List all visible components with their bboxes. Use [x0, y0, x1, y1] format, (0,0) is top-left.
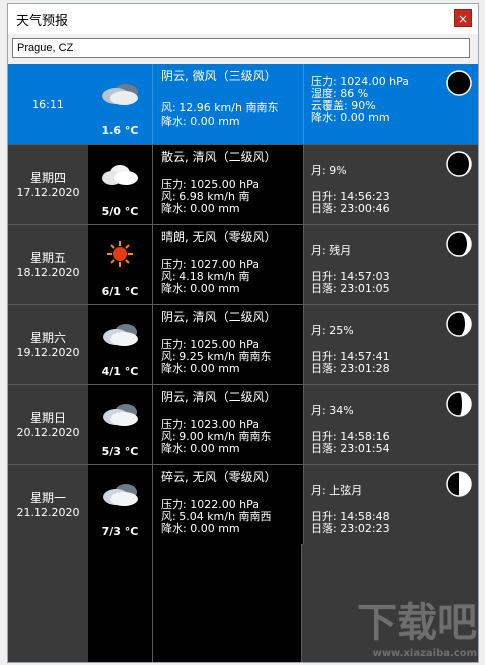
moon-phase: 月: 34%: [311, 404, 354, 417]
weather-window: 天气预报 × 16:11 1.6 °C 阴云, 微风（三级风） 风: 12.96…: [7, 3, 479, 663]
current-precip: 降水: 0.00 mm: [161, 115, 240, 128]
forecast-date: 19.12.2020: [16, 346, 80, 359]
sun-icon: [107, 241, 133, 267]
current-icon-cell: 1.6 °C: [88, 64, 152, 144]
current-wind: 风: 12.96 km/h 南南东: [161, 101, 279, 114]
forecast-grid: 16:11 1.6 °C 阴云, 微风（三级风） 风: 12.96 km/h 南…: [8, 64, 478, 662]
sunset: 日落: 23:00:46: [311, 202, 390, 215]
partly-cloudy-icon: [103, 324, 138, 346]
forecast-precip: 降水: 0.00 mm: [161, 282, 240, 295]
current-temp: 1.6 °C: [101, 124, 139, 137]
city-bar: [8, 34, 478, 64]
current-time-cell: 16:11: [8, 64, 88, 144]
forecast-temp: 4/1 °C: [101, 365, 139, 378]
forecast-date: 21.12.2020: [16, 506, 80, 519]
forecast-condition: 碎云, 无风（零级风）: [161, 470, 277, 484]
forecast-day: 星期四: [29, 171, 66, 185]
moon-phase-icon: [446, 151, 472, 177]
sunset: 日落: 23:02:23: [311, 522, 390, 535]
forecast-row[interactable]: 星期六 19.12.2020 4/1 °C 阴云, 清风（二级风） 压力: 10…: [8, 305, 478, 385]
forecast-precip: 降水: 0.00 mm: [161, 202, 240, 215]
forecast-date: 20.12.2020: [16, 426, 80, 439]
forecast-condition: 阴云, 清风（二级风）: [161, 310, 277, 324]
window-title: 天气预报: [16, 14, 69, 29]
forecast-condition: 阴云, 清风（二级风）: [161, 390, 277, 404]
current-row[interactable]: 16:11 1.6 °C 阴云, 微风（三级风） 风: 12.96 km/h 南…: [8, 64, 478, 144]
sunset: 日落: 23:01:28: [311, 362, 390, 375]
forecast-temp: 7/3 °C: [101, 525, 139, 538]
current-astro-cell: 压力: 1024.00 hPa 湿度: 86 % 云覆盖: 90% 降水: 0.…: [303, 64, 478, 144]
partly-cloudy-icon: [103, 484, 138, 506]
moon-phase-icon: [446, 471, 472, 497]
empty-icon-column: [88, 544, 152, 662]
watermark: 下载吧 www.xiazaiba.com: [357, 590, 477, 659]
partly-cloudy-icon: [102, 84, 138, 105]
current-precip-2: 降水: 0.00 mm: [311, 111, 390, 124]
moon-phase: 月: 上弦月: [311, 484, 363, 497]
moon-phase: 月: 残月: [311, 244, 352, 257]
forecast-row[interactable]: 星期一 21.12.2020 7/3 °C 碎云, 无风（零级风） 压力: 10…: [8, 465, 478, 545]
empty-day-column: [8, 544, 88, 662]
forecast-row[interactable]: 星期四 17.12.2020 5/0 °C 散云, 清风（二级风） 压力: 10…: [8, 145, 478, 225]
moon-phase-icon: [446, 311, 472, 337]
close-button[interactable]: ×: [454, 9, 472, 27]
forecast-row[interactable]: 星期日 20.12.2020 5/3 °C 阴云, 清风（二级风） 压力: 10…: [8, 385, 478, 465]
current-condition: 阴云, 微风（三级风）: [161, 69, 277, 83]
moon-phase: 月: 9%: [311, 164, 347, 177]
forecast-temp: 6/1 °C: [101, 285, 139, 298]
forecast-precip: 降水: 0.00 mm: [161, 362, 240, 375]
forecast-day: 星期一: [29, 491, 66, 505]
sunset: 日落: 23:01:54: [311, 442, 390, 455]
watermark-text: 下载吧: [357, 600, 477, 646]
current-desc-cell: 阴云, 微风（三级风） 风: 12.96 km/h 南南东 降水: 0.00 m…: [152, 64, 304, 144]
forecast-precip: 降水: 0.00 mm: [161, 522, 240, 535]
forecast-condition: 晴朗, 无风（零级风）: [161, 230, 277, 244]
forecast-date: 17.12.2020: [16, 186, 80, 199]
current-time: 16:11: [32, 98, 64, 111]
city-input[interactable]: [12, 38, 470, 58]
forecast-date: 18.12.2020: [16, 266, 80, 279]
empty-desc-column: [152, 544, 302, 662]
forecast-day: 星期五: [29, 251, 66, 265]
moon-phase-icon: [446, 391, 472, 417]
watermark-sub: www.xiazaiba.com: [372, 648, 477, 659]
forecast-day: 星期日: [29, 411, 66, 425]
title-bar: 天气预报 ×: [8, 4, 478, 34]
sunset: 日落: 23:01:05: [311, 282, 390, 295]
forecast-day: 星期六: [29, 331, 66, 345]
forecast-condition: 散云, 清风（二级风）: [161, 150, 277, 164]
moon-new-icon: [446, 70, 472, 96]
cloudy-icon: [102, 165, 138, 185]
forecast-row[interactable]: 星期五 18.12.2020 6/1 °C 晴朗, 无风（零级风） 压力: 10…: [8, 225, 478, 305]
partly-cloudy-icon: [103, 404, 138, 426]
moon-phase-icon: [446, 231, 472, 257]
forecast-temp: 5/3 °C: [101, 445, 139, 458]
forecast-precip: 降水: 0.00 mm: [161, 442, 240, 455]
forecast-temp: 5/0 °C: [101, 205, 139, 218]
moon-phase: 月: 25%: [311, 324, 354, 337]
